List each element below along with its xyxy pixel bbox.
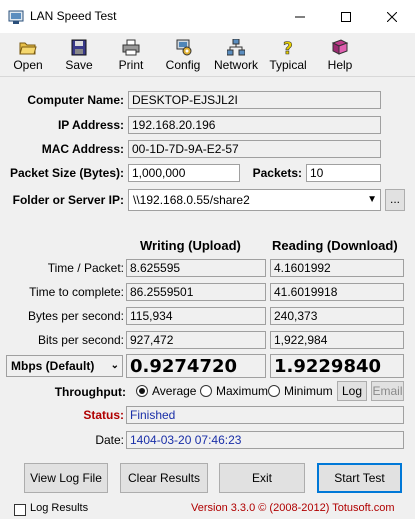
minimize-button[interactable]	[277, 0, 323, 33]
maximize-icon	[341, 11, 351, 22]
scrollbar[interactable]	[404, 230, 415, 450]
status-field: Finished	[126, 406, 404, 424]
date-field: 1404-03-20 07:46:23	[126, 431, 404, 449]
packet-size-label: Packet Size (Bytes):	[9, 166, 124, 180]
typical-label: Typical	[269, 58, 307, 72]
packets-label: Packets:	[252, 166, 302, 180]
radio-minimum[interactable]: Minimum	[268, 384, 333, 398]
chevron-down-icon: ▼	[367, 194, 377, 205]
radio-average-dot	[136, 385, 148, 397]
close-icon	[387, 11, 397, 22]
svg-text:?: ?	[283, 39, 293, 56]
unit-value: Mbps (Default)	[11, 359, 95, 373]
radio-average-label: Average	[152, 384, 197, 398]
network-icon	[227, 39, 245, 56]
printer-icon	[122, 39, 140, 56]
open-button[interactable]: Open	[10, 35, 46, 75]
save-button[interactable]: Save	[62, 35, 96, 75]
time-to-complete-label: Time to complete:	[29, 285, 124, 299]
ip-address-label: IP Address:	[57, 118, 124, 132]
radio-average[interactable]: Average	[136, 384, 196, 398]
folder-open-icon	[19, 42, 37, 55]
question-icon: ?	[283, 39, 293, 56]
write-bytes-per-second: 115,934	[126, 307, 266, 325]
folder-value: \\192.168.0.55/share2	[133, 193, 250, 207]
radio-maximum-label: Maximum	[216, 384, 269, 398]
write-time-per-packet: 8.625595	[126, 259, 266, 277]
date-label: Date:	[95, 433, 124, 447]
radio-maximum[interactable]: Maximum	[200, 384, 268, 398]
read-mbps-field: 1.9229840	[270, 354, 404, 378]
computer-name-field: DESKTOP-EJSJL2I	[128, 91, 381, 109]
read-time-per-packet: 4.1601992	[270, 259, 404, 277]
clear-results-button[interactable]: Clear Results	[120, 463, 208, 493]
version-text: Version 3.3.0 © (2008-2012) Totusoft.com	[191, 502, 395, 514]
read-bits-per-second: 1,922,984	[270, 331, 404, 349]
mac-address-field: 00-1D-7D-9A-E2-57	[128, 140, 381, 158]
status-label: Status:	[83, 408, 124, 422]
start-test-button[interactable]: Start Test	[317, 463, 402, 493]
close-button[interactable]	[369, 0, 415, 33]
floppy-icon	[71, 39, 87, 56]
browse-button[interactable]: ...	[385, 189, 405, 211]
email-button[interactable]: Email	[371, 381, 404, 401]
write-mbps-field: 0.9274720	[126, 354, 266, 378]
writing-header: Writing (Upload)	[140, 238, 241, 253]
read-bytes-per-second: 240,373	[270, 307, 404, 325]
log-results-label: Log Results	[30, 502, 89, 514]
radio-maximum-dot	[200, 385, 212, 397]
reading-header: Reading (Download)	[272, 238, 398, 253]
folder-label: Folder or Server IP:	[12, 193, 124, 207]
folder-combo[interactable]: \\192.168.0.55/share2 ▼	[128, 189, 381, 211]
packets-field[interactable]: 10	[306, 164, 381, 182]
help-label: Help	[327, 58, 353, 72]
packet-size-field[interactable]: 1,000,000	[128, 164, 240, 182]
open-label: Open	[13, 58, 43, 72]
computer-name-label: Computer Name:	[27, 93, 124, 107]
bits-per-second-label: Bits per second:	[37, 333, 124, 347]
config-button[interactable]: Config	[162, 35, 204, 75]
config-label: Config	[165, 58, 201, 72]
window-title: LAN Speed Test	[30, 9, 117, 23]
log-button[interactable]: Log	[337, 381, 367, 401]
chevron-down-icon: ⌄	[110, 360, 119, 371]
title-bar: LAN Speed Test	[0, 0, 415, 33]
typical-button[interactable]: ? Typical	[267, 35, 309, 75]
throughput-label: Throughput:	[54, 385, 126, 399]
print-button[interactable]: Print	[113, 35, 149, 75]
log-results-checkbox[interactable]	[14, 504, 26, 516]
network-button[interactable]: Network	[211, 35, 261, 75]
network-label: Network	[213, 58, 258, 72]
radio-minimum-label: Minimum	[284, 384, 333, 398]
save-label: Save	[65, 58, 93, 72]
bytes-per-second-label: Bytes per second:	[27, 309, 124, 323]
ip-address-field: 192.168.20.196	[128, 116, 381, 134]
minimize-icon	[295, 16, 305, 17]
time-per-packet-label: Time / Packet:	[47, 261, 124, 275]
print-label: Print	[118, 58, 144, 72]
help-button[interactable]: Help	[324, 35, 356, 75]
config-icon	[176, 39, 192, 56]
toolbar: Open Save Print Config Network ? Typical…	[0, 33, 415, 77]
view-log-button[interactable]: View Log File	[24, 463, 108, 493]
exit-button[interactable]: Exit	[219, 463, 305, 493]
maximize-button[interactable]	[323, 0, 369, 33]
mac-address-label: MAC Address:	[41, 142, 124, 156]
radio-minimum-dot	[268, 385, 280, 397]
write-bits-per-second: 927,472	[126, 331, 266, 349]
write-time-to-complete: 86.2559501	[126, 283, 266, 301]
app-icon	[8, 10, 24, 24]
read-time-to-complete: 41.6019918	[270, 283, 404, 301]
book-icon	[331, 39, 349, 55]
unit-combo[interactable]: Mbps (Default) ⌄	[6, 355, 123, 377]
